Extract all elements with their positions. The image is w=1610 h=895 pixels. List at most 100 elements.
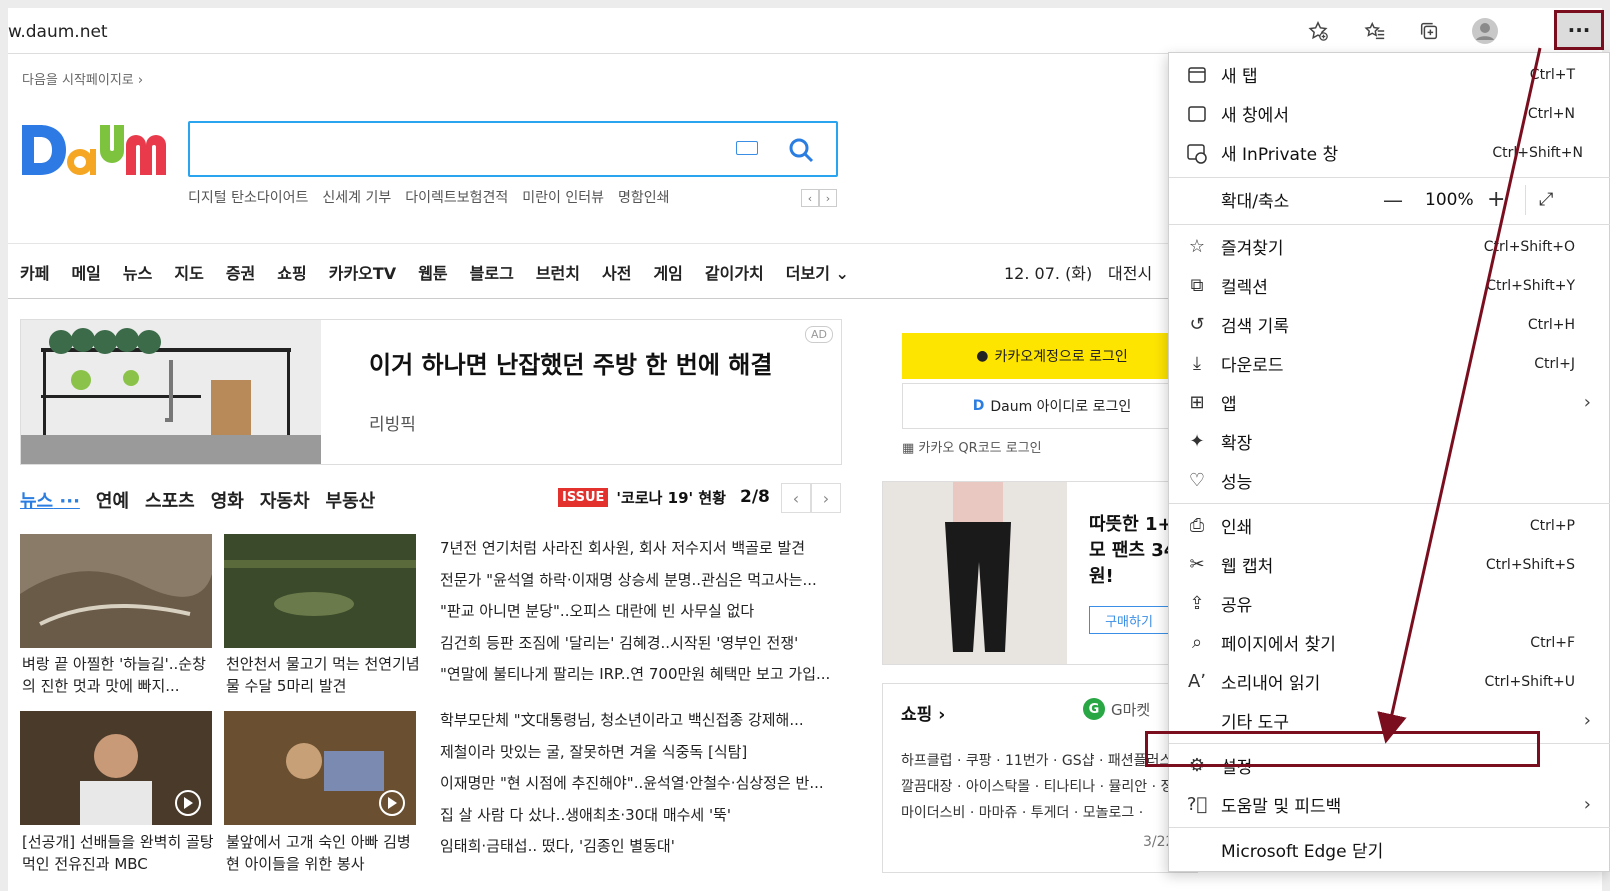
- nav-item[interactable]: 카페: [20, 260, 49, 284]
- menu-web-capture[interactable]: ✂ 웹 캡처 Ctrl+Shift+S: [1169, 545, 1610, 584]
- nav-item[interactable]: 메일: [71, 260, 100, 284]
- menu-apps[interactable]: ⊞ 앱 ›: [1169, 383, 1610, 422]
- zoom-out-icon[interactable]: —: [1383, 188, 1403, 212]
- tab-car[interactable]: 자동차: [260, 487, 310, 513]
- ad-badge: AD: [805, 326, 833, 343]
- shop-links[interactable]: 마이더스비 · 마마쥬 · 투게더 · 모놀로그 ·: [901, 802, 1143, 822]
- menu-label: 페이지에서 찾기: [1221, 635, 1336, 655]
- zoom-in-icon[interactable]: +: [1487, 187, 1505, 212]
- tab-movie[interactable]: 영화: [211, 487, 244, 513]
- suggestion-item[interactable]: 다이렉트보험견적: [405, 187, 508, 207]
- nav-item[interactable]: 웹툰: [418, 260, 447, 284]
- nav-item[interactable]: 카카오TV: [329, 260, 396, 284]
- tab-sports[interactable]: 스포츠: [145, 487, 195, 513]
- shopping-ad[interactable]: 따뜻한 1+1 모 팬츠 34 원! 구매하기: [882, 481, 1198, 665]
- tab-news[interactable]: 뉴스 ···: [20, 487, 80, 513]
- next-icon[interactable]: ›: [819, 189, 837, 207]
- menu-find[interactable]: ⌕ 페이지에서 찾기 Ctrl+F: [1169, 623, 1610, 662]
- keyboard-icon[interactable]: [736, 141, 758, 155]
- fullscreen-icon[interactable]: ⤢: [1539, 189, 1553, 210]
- prev-icon[interactable]: ‹: [781, 483, 811, 513]
- next-icon[interactable]: ›: [811, 483, 841, 513]
- nav-item[interactable]: 증권: [226, 260, 255, 284]
- nav-item[interactable]: 지도: [174, 260, 203, 284]
- nav-item[interactable]: 블로그: [470, 260, 514, 284]
- nav-item[interactable]: 브런치: [536, 260, 580, 284]
- headline-item[interactable]: 김건희 등판 조짐에 '달리는' 김혜경..시작된 '영부인 전쟁': [440, 628, 840, 660]
- shop-links[interactable]: 하프클럽 · 쿠팡 · 11번가 · GS샵 · 패션플러스 ·: [901, 750, 1181, 770]
- nav-item[interactable]: 쇼핑: [277, 260, 306, 284]
- headline-item[interactable]: 7년전 연기처럼 사라진 회사원, 회사 저수지서 백골로 발견: [440, 533, 840, 565]
- menu-inprivate[interactable]: 새 InPrivate 창 Ctrl+Shift+N: [1169, 133, 1610, 172]
- suggestion-item[interactable]: 신세계 기부: [322, 187, 391, 207]
- menu-label: 컬렉션: [1221, 278, 1268, 298]
- video-thumbnail[interactable]: [20, 711, 212, 825]
- menu-performance[interactable]: ♡ 성능: [1169, 461, 1610, 500]
- start-page-link[interactable]: 다음을 시작페이지로 ›: [22, 69, 143, 88]
- menu-extensions[interactable]: ✦ 확장: [1169, 422, 1610, 461]
- news-caption[interactable]: [선공개] 선배들을 완벽히 골탕 먹인 전유진과 MBC: [22, 831, 218, 875]
- gmarket-link[interactable]: G G마켓: [1083, 698, 1150, 720]
- ad-title[interactable]: 이거 하나면 난잡했던 주방 한 번에 해결: [369, 350, 809, 380]
- favorites-icon: ☆: [1188, 236, 1206, 257]
- search-input[interactable]: [200, 133, 700, 165]
- menu-history[interactable]: ↺ 검색 기록 Ctrl+H: [1169, 305, 1610, 344]
- menu-print[interactable]: ⎙ 인쇄 Ctrl+P: [1169, 506, 1610, 545]
- headline-item[interactable]: 이재명만 "현 시점에 추진해야"..윤석열·안철수·심상정은 반...: [440, 768, 840, 800]
- shopping-title[interactable]: 쇼핑 ›: [901, 700, 945, 725]
- issue-text[interactable]: '코로나 19' 현황: [616, 487, 726, 508]
- menu-close-edge[interactable]: Microsoft Edge 닫기: [1169, 830, 1610, 869]
- menu-new-window[interactable]: 새 창에서 Ctrl+N: [1169, 94, 1610, 133]
- menu-collections[interactable]: ⧉ 컬렉션 Ctrl+Shift+Y: [1169, 266, 1610, 305]
- nav-item[interactable]: 게임: [653, 260, 682, 284]
- tab-entertainment[interactable]: 연예: [96, 487, 129, 513]
- headline-item[interactable]: 집 살 사람 다 샀나..생애최초·30대 매수세 '뚝': [440, 800, 840, 832]
- nav-item[interactable]: 뉴스: [123, 260, 152, 284]
- search-box[interactable]: [188, 121, 838, 177]
- nav-item[interactable]: 사전: [602, 260, 631, 284]
- daum-login-button[interactable]: D Daum 아이디로 로그인: [902, 383, 1198, 429]
- news-caption[interactable]: 천안천서 물고기 먹는 천연기념물 수달 5마리 발견: [226, 653, 422, 697]
- buy-button[interactable]: 구매하기: [1089, 606, 1169, 634]
- issue-box[interactable]: ISSUE '코로나 19' 현황: [558, 487, 726, 508]
- collections-icon[interactable]: [1414, 16, 1444, 46]
- nav-item[interactable]: 같이가치: [705, 260, 764, 284]
- nav-more[interactable]: 더보기 ⌄: [786, 260, 849, 284]
- favorites-icon[interactable]: [1360, 16, 1390, 46]
- url-text[interactable]: w.daum.net: [8, 22, 108, 42]
- headline-item[interactable]: 제철이라 맛있는 굴, 잘못하면 겨울 식중독 [식탐]: [440, 737, 840, 769]
- video-thumbnail[interactable]: [224, 711, 416, 825]
- weather-city[interactable]: 대전시: [1108, 260, 1152, 284]
- menu-read-aloud[interactable]: A͏ʼ 소리내어 읽기 Ctrl+Shift+U: [1169, 662, 1610, 701]
- menu-help[interactable]: ?⃝ 도움말 및 피드백 ›: [1169, 785, 1610, 824]
- shop-links[interactable]: 깔끔대장 · 아이스탁몰 · 티나티나 · 뮬리안 · 정: [901, 776, 1173, 796]
- kakao-login-button[interactable]: ● 카카오계정으로 로그인: [902, 333, 1198, 379]
- new-tab-icon: [1185, 63, 1209, 87]
- suggestion-item[interactable]: 디지털 탄소다이어트: [188, 187, 308, 207]
- menu-share[interactable]: ⇪ 공유: [1169, 584, 1610, 623]
- suggestion-item[interactable]: 미란이 인터뷰: [522, 187, 604, 207]
- headline-item[interactable]: "판교 아니면 분당"..오피스 대란에 빈 사무실 없다: [440, 596, 840, 628]
- news-caption[interactable]: 불앞에서 고개 숙인 아빠 김병현 아이들을 위한 봉사: [226, 831, 422, 875]
- news-caption[interactable]: 벼랑 끝 아찔한 '하늘길'..순창의 진한 멋과 맛에 빠지...: [22, 653, 218, 697]
- settings-and-more-button[interactable]: ···: [1554, 10, 1604, 50]
- headline-item[interactable]: "연말에 불티나게 팔리는 IRP..연 700만원 혜택만 보고 가입...: [440, 659, 840, 691]
- headline-item[interactable]: 임태희·금태섭.. 떴다, '김종인 별동대': [440, 831, 840, 863]
- ad-banner[interactable]: 이거 하나면 난잡했던 주방 한 번에 해결 리빙픽 AD: [20, 319, 842, 465]
- menu-favorites[interactable]: ☆ 즐겨찾기 Ctrl+Shift+O: [1169, 227, 1610, 266]
- tab-realestate[interactable]: 부동산: [326, 487, 376, 513]
- suggestion-item[interactable]: 명함인쇄: [618, 187, 670, 207]
- add-favorite-icon[interactable]: [1303, 16, 1333, 46]
- news-thumbnail[interactable]: [224, 534, 416, 648]
- headline-item[interactable]: 전문가 "윤석열 하락·이재명 상승세 분명..관심은 먹고사는...: [440, 565, 840, 597]
- search-icon[interactable]: [786, 135, 816, 165]
- daum-logo[interactable]: [20, 115, 180, 185]
- extensions-icon: ✦: [1189, 431, 1205, 452]
- menu-downloads[interactable]: ⤓ 다운로드 Ctrl+J: [1169, 344, 1610, 383]
- profile-avatar-icon[interactable]: [1470, 16, 1500, 46]
- prev-icon[interactable]: ‹: [801, 189, 819, 207]
- menu-new-tab[interactable]: 새 탭 Ctrl+T: [1169, 55, 1610, 94]
- news-thumbnail[interactable]: [20, 534, 212, 648]
- headline-item[interactable]: 학부모단체 "文대통령님, 청소년이라고 백신접종 강제해...: [440, 705, 840, 737]
- qr-login-link[interactable]: ▦ 카카오 QR코드 로그인: [902, 437, 1042, 456]
